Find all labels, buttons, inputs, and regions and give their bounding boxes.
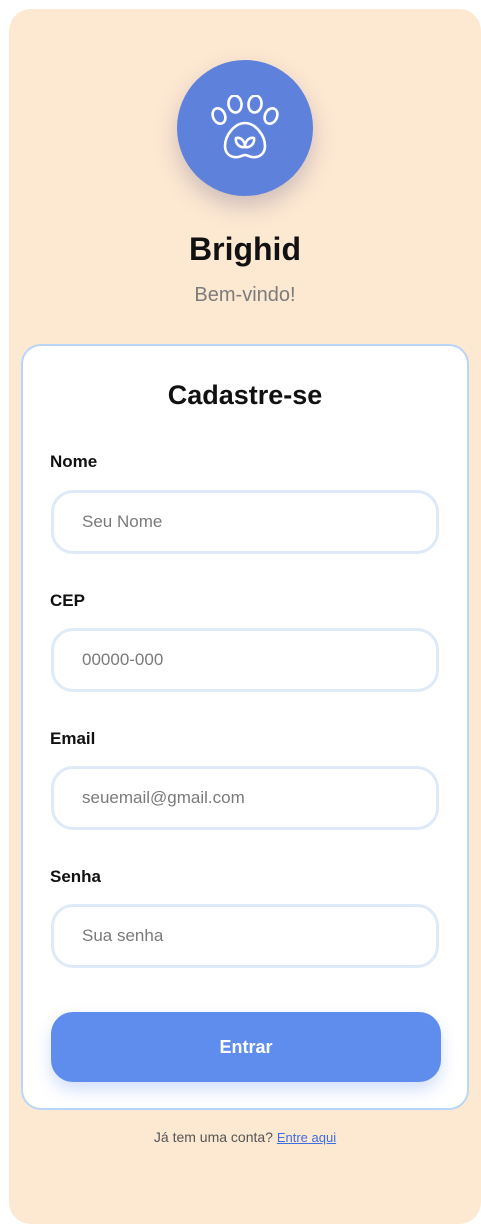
password-input[interactable]	[51, 904, 439, 968]
cep-label: CEP	[50, 591, 85, 610]
email-label: Email	[50, 729, 96, 748]
signup-card: Cadastre-se Nome CEP Email Senha Entrar …	[21, 344, 469, 1145]
paw-heart-icon	[211, 95, 279, 159]
name-label: Nome	[50, 452, 98, 471]
welcome-text: Bem-vindo!	[194, 284, 296, 306]
name-input[interactable]	[51, 490, 439, 554]
password-label: Senha	[50, 867, 102, 886]
submit-button[interactable]: Entrar	[51, 1012, 441, 1082]
login-prompt-text: Já tem uma conta?	[153, 1129, 273, 1145]
app-name: Brighid	[189, 231, 301, 267]
login-prompt-row: Já tem uma conta? Entre aqui	[23, 1129, 467, 1145]
cep-input[interactable]	[51, 628, 439, 692]
brand-logo	[177, 60, 313, 196]
form-title: Cadastre-se	[167, 380, 323, 410]
email-input[interactable]	[51, 766, 439, 830]
signup-page: Brighid Bem-vindo! Cadastre-se Nome CEP …	[9, 9, 481, 1224]
login-link[interactable]: Entre aqui	[277, 1130, 336, 1145]
